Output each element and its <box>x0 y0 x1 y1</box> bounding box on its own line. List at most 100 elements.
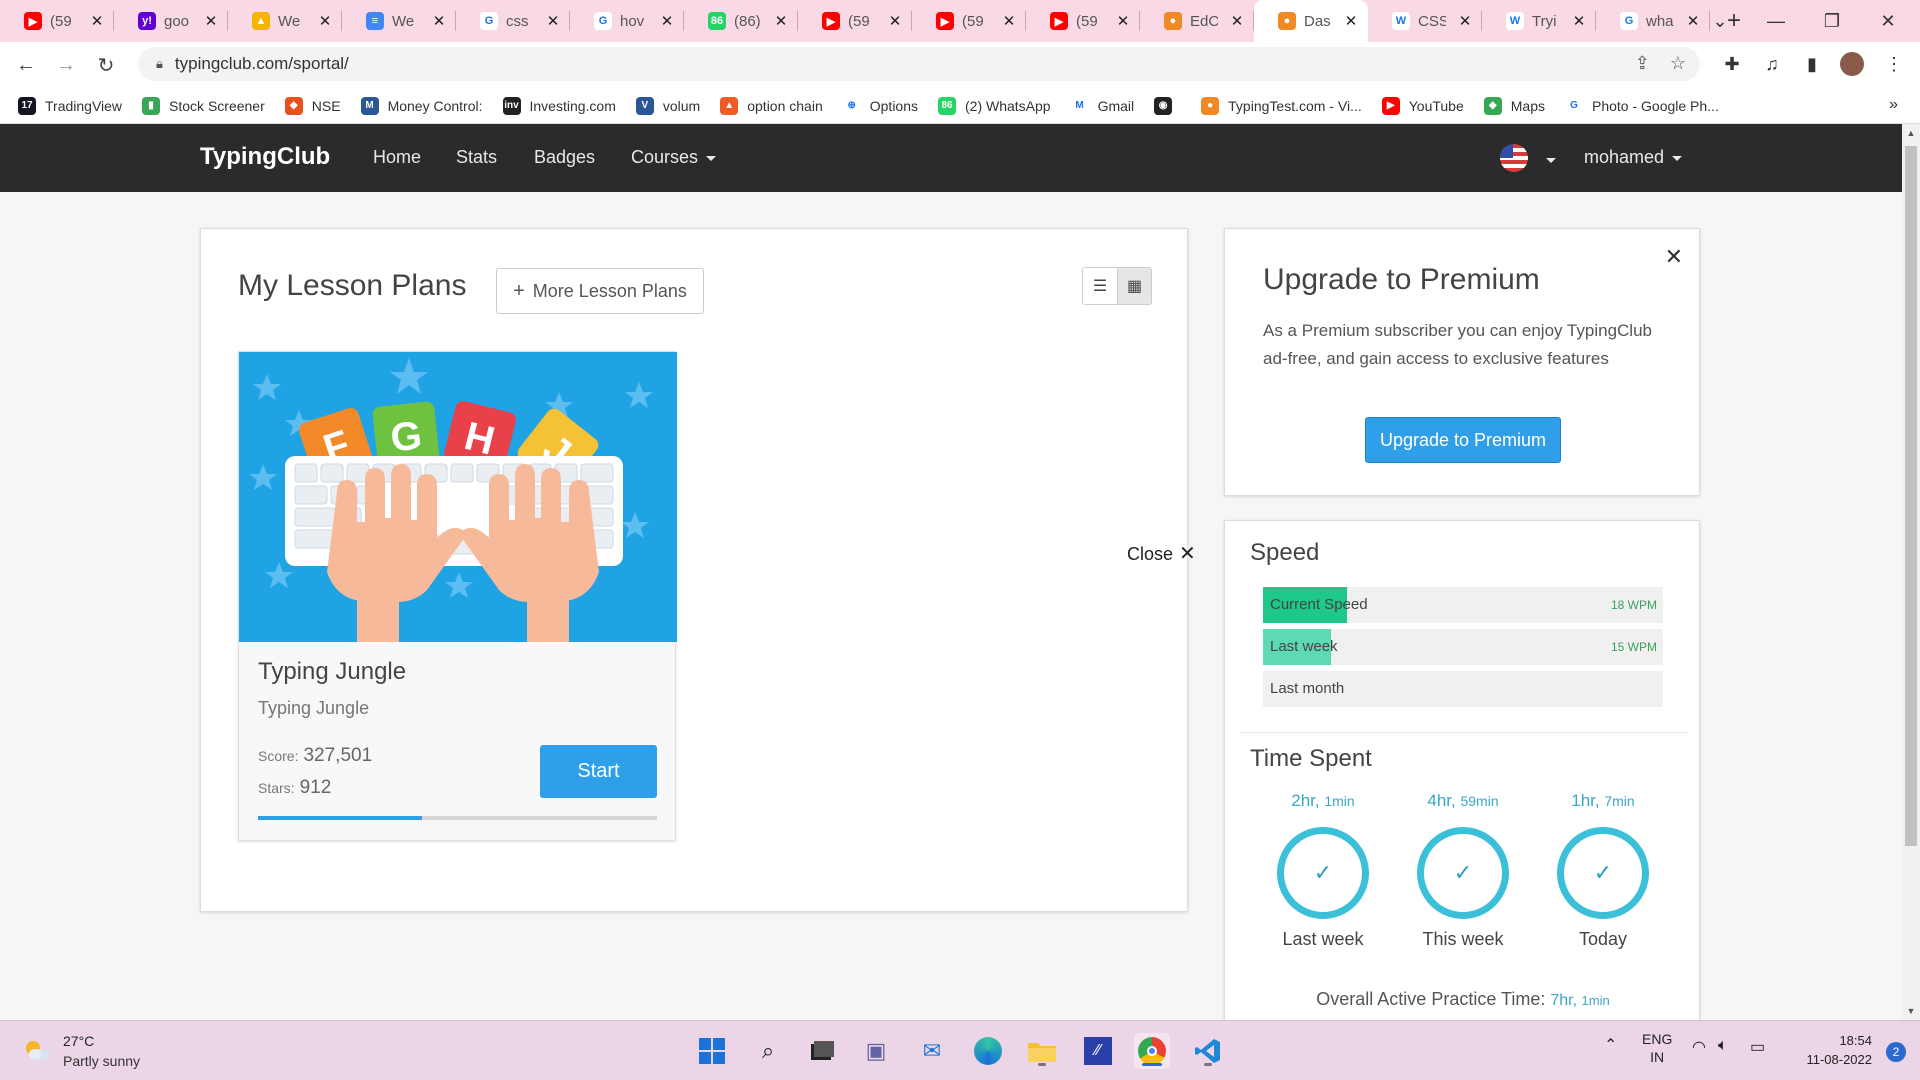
list-view-icon[interactable]: ☰ <box>1083 268 1117 304</box>
browser-tab[interactable]: 86 (86) ✕ <box>684 0 798 42</box>
vscode-icon[interactable] <box>1190 1033 1226 1069</box>
edge-icon[interactable] <box>970 1033 1006 1069</box>
browser-tab[interactable]: ▶ (59 ✕ <box>798 0 912 42</box>
browser-tab[interactable]: Ghov ✕ <box>570 0 684 42</box>
tab-close-icon[interactable]: ✕ <box>1344 12 1358 30</box>
language-chevron-icon[interactable] <box>1546 158 1556 163</box>
browser-menu-icon[interactable]: ⋮ <box>1876 46 1912 82</box>
bookmark-item[interactable]: M Gmail <box>1070 96 1134 115</box>
bookmark-item[interactable]: 17 TradingView <box>18 96 122 115</box>
us-flag-icon[interactable] <box>1500 144 1528 172</box>
bookmark-item[interactable]: 86 (2) WhatsApp <box>938 96 1051 115</box>
bookmark-item[interactable]: G Photo - Google Ph... <box>1564 96 1719 115</box>
volume-icon[interactable]: 🔈︎ <box>1718 1037 1728 1055</box>
browser-tab[interactable]: ≡ We ✕ <box>342 0 456 42</box>
tab-close-icon[interactable]: ✕ <box>888 12 902 30</box>
page-scrollbar[interactable]: ▲ ▼ <box>1902 124 1920 1020</box>
tab-close-icon[interactable]: ✕ <box>1230 12 1244 30</box>
windows-start-icon[interactable] <box>694 1033 730 1069</box>
teams-chat-icon[interactable]: ▣ <box>858 1033 894 1069</box>
nav-courses[interactable]: Courses <box>631 147 717 168</box>
browser-tab[interactable]: ▲ We ✕ <box>228 0 342 42</box>
more-lesson-plans-button[interactable]: + More Lesson Plans <box>496 268 704 314</box>
bookmark-item[interactable]: ◉ <box>1154 96 1181 115</box>
back-icon[interactable]: ← <box>8 47 44 83</box>
nav-badges[interactable]: Badges <box>534 147 595 168</box>
nav-home[interactable]: Home <box>373 147 421 168</box>
scroll-up-icon[interactable]: ▲ <box>1902 124 1920 142</box>
browser-tab[interactable]: y! goo ✕ <box>114 0 228 42</box>
share-icon[interactable]: ⇪ <box>1635 53 1650 74</box>
upgrade-button[interactable]: Upgrade to Premium <box>1365 417 1561 463</box>
browser-tab[interactable]: ▶ (59 ✕ <box>912 0 1026 42</box>
search-icon[interactable]: ⌕ <box>750 1033 786 1069</box>
tab-close-icon[interactable]: ✕ <box>1116 12 1130 30</box>
close-icon[interactable]: ✕ <box>1665 244 1683 270</box>
bookmark-item[interactable]: Vvolum <box>635 96 700 115</box>
browser-tab[interactable]: W CSS ✕ <box>1368 0 1482 42</box>
notification-badge[interactable]: 2 <box>1886 1042 1906 1062</box>
chrome-icon[interactable] <box>1134 1033 1170 1069</box>
tab-close-icon[interactable]: ✕ <box>660 12 674 30</box>
bookmark-star-icon[interactable]: ☆ <box>1670 53 1686 74</box>
partly-sunny-icon[interactable] <box>22 1037 52 1063</box>
browser-tab[interactable]: ▶ (59 ✕ <box>1026 0 1140 42</box>
tab-close-icon[interactable]: ✕ <box>546 12 560 30</box>
side-panel-icon[interactable]: ▮ <box>1794 46 1830 82</box>
browser-tab[interactable]: ● Das ✕ <box>1254 0 1368 42</box>
bookmark-item[interactable]: M Money Control: <box>360 96 483 115</box>
start-button[interactable]: Start <box>540 745 657 798</box>
bookmark-item[interactable]: ◆ NSE <box>284 96 341 115</box>
tab-close-icon[interactable]: ✕ <box>90 12 104 30</box>
weather-description[interactable]: Partly sunny <box>63 1053 140 1069</box>
tab-close-icon[interactable]: ✕ <box>1458 12 1472 30</box>
bookmark-item[interactable]: ▲ option chain <box>720 96 823 115</box>
browser-tab[interactable]: Gcss ✕ <box>456 0 570 42</box>
grid-view-icon[interactable]: ▦ <box>1117 268 1151 304</box>
file-explorer-icon[interactable] <box>1024 1033 1060 1069</box>
reload-icon[interactable]: ↻ <box>88 47 124 83</box>
close-window-icon[interactable]: ✕ <box>1860 0 1916 42</box>
media-control-icon[interactable]: ♫ <box>1754 46 1790 82</box>
lesson-title[interactable]: Typing Jungle <box>258 658 406 686</box>
brand-logo[interactable]: TypingClub <box>200 143 330 171</box>
tab-close-icon[interactable]: ✕ <box>774 12 788 30</box>
tab-search-icon[interactable]: ⌄ <box>1692 0 1748 42</box>
wifi-icon[interactable]: ◠ <box>1692 1037 1706 1057</box>
profile-avatar[interactable] <box>1834 46 1870 82</box>
url-text[interactable]: typingclub.com/sportal/ <box>175 54 349 74</box>
tab-close-icon[interactable]: ✕ <box>1572 12 1586 30</box>
browser-tab[interactable]: ● EdC ✕ <box>1140 0 1254 42</box>
restore-icon[interactable]: ❐ <box>1804 0 1860 42</box>
extensions-icon[interactable]: ✚ <box>1714 46 1750 82</box>
task-view-icon[interactable] <box>804 1033 840 1069</box>
clock[interactable]: 18:54 11-08-2022 <box>1806 1031 1872 1069</box>
address-bar[interactable]: 🔒︎ typingclub.com/sportal/ ⇪ ☆ <box>138 47 1700 81</box>
tab-close-icon[interactable]: ✕ <box>204 12 218 30</box>
close-link[interactable]: Close ✕ <box>1127 541 1196 566</box>
bookmark-item[interactable]: inv Investing.com <box>502 96 616 115</box>
bookmark-item[interactable]: ● TypingTest.com - Vi... <box>1201 96 1362 115</box>
scrollbar-thumb[interactable] <box>1905 146 1917 846</box>
nav-stats[interactable]: Stats <box>456 147 497 168</box>
browser-tab[interactable]: ▶ (59 ✕ <box>0 0 114 42</box>
weather-temp[interactable]: 27°C <box>63 1033 94 1049</box>
minimize-icon[interactable]: — <box>1748 0 1804 42</box>
bookmark-item[interactable]: ◆ Maps <box>1483 96 1545 115</box>
more-bookmarks-icon[interactable]: » <box>1889 96 1898 114</box>
forward-icon[interactable]: → <box>48 47 84 83</box>
browser-tab[interactable]: W Tryi ✕ <box>1482 0 1596 42</box>
lesson-card[interactable]: F G H J Typing Jungle Typing Jungle Scor… <box>238 351 677 841</box>
bookmark-item[interactable]: ⊕ Options <box>842 96 918 115</box>
tab-close-icon[interactable]: ✕ <box>318 12 332 30</box>
scroll-down-icon[interactable]: ▼ <box>1902 1002 1920 1020</box>
tab-close-icon[interactable]: ✕ <box>432 12 446 30</box>
tab-close-icon[interactable]: ✕ <box>1002 12 1016 30</box>
pen-app-icon[interactable]: ⁄⁄ <box>1080 1033 1116 1069</box>
mail-icon[interactable]: ✉ <box>914 1033 950 1069</box>
bookmark-item[interactable]: ▶ YouTube <box>1381 96 1464 115</box>
input-language[interactable]: ENG IN <box>1642 1030 1672 1066</box>
bookmark-item[interactable]: ▮ Stock Screener <box>142 96 265 115</box>
show-hidden-icons-icon[interactable]: ⌃ <box>1604 1035 1617 1055</box>
battery-icon[interactable]: ▭ <box>1750 1037 1765 1057</box>
